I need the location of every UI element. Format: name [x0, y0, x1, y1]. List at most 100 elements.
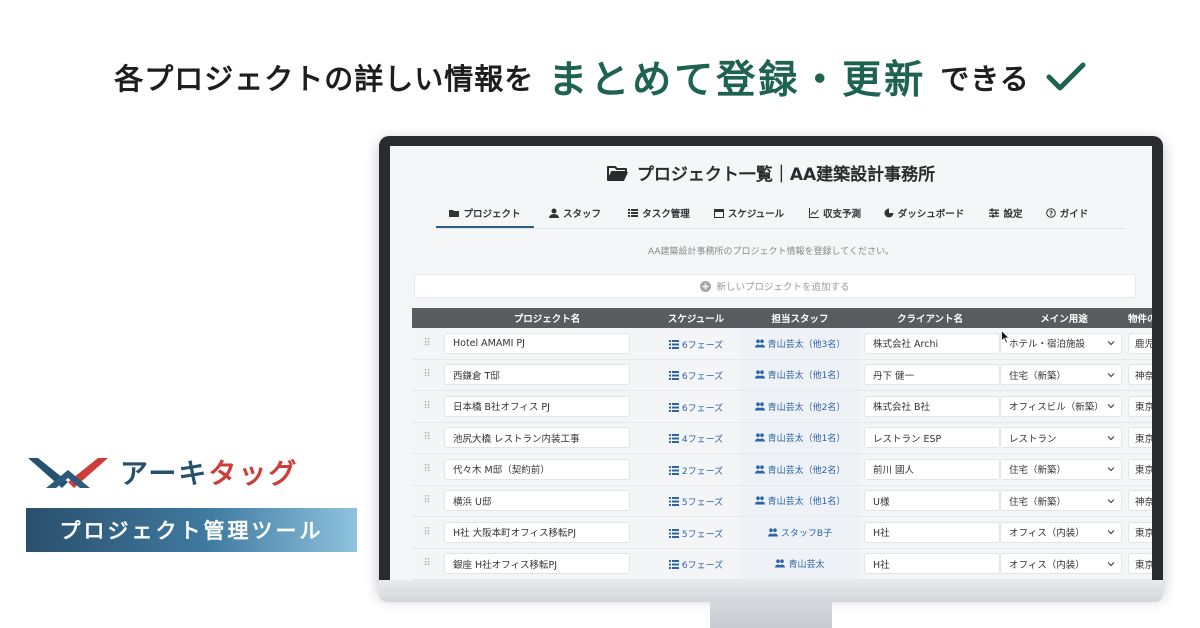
location-input[interactable]: 東京 — [1128, 553, 1152, 575]
project-name-input[interactable]: H社 大阪本町オフィス移転PJ — [444, 521, 630, 543]
main-use-select[interactable]: オフィス（内装） — [1000, 553, 1122, 575]
tab-label: ダッシュボード — [897, 209, 965, 220]
cell-location: 鹿児 — [1128, 332, 1152, 354]
cell-staff: 青山芸太（他1名） — [740, 485, 860, 516]
schedule-link[interactable]: 6フェーズ — [668, 558, 723, 571]
cell-project-name: 西鎌倉 T邸 — [442, 364, 652, 386]
table-row: ⠿ 池尻大橋 レストラン内装工事 4フェーズ 青山芸太（他1名） レストラン ESP レス… — [412, 422, 1152, 454]
schedule-link[interactable]: 5フェーズ — [668, 527, 723, 540]
tab-settings[interactable]: 設定 — [974, 204, 1038, 226]
cell-schedule: 2フェーズ — [652, 460, 740, 479]
location-input[interactable]: 鹿児 — [1128, 332, 1152, 354]
client-name-input[interactable]: U様 — [864, 490, 1000, 512]
cell-project-name: 銀座 H社オフィス移転PJ — [442, 553, 652, 575]
main-use-select[interactable]: ホテル・宿泊施設 — [1000, 332, 1122, 354]
users-icon — [754, 339, 765, 348]
brand-badge: プロジェクト管理ツール — [26, 508, 357, 552]
staff-text: スタッフB子 — [780, 528, 833, 539]
tab-staff[interactable]: スタッフ — [534, 204, 616, 226]
chevron-down-icon — [1107, 404, 1115, 409]
client-name-input[interactable]: H社 — [864, 553, 1000, 575]
schedule-link[interactable]: 6フェーズ — [668, 369, 723, 382]
cell-schedule: 4フェーズ — [652, 428, 740, 447]
cell-project-name: H社 大阪本町オフィス移転PJ — [442, 521, 652, 543]
client-name-input[interactable]: 前川 國人 — [864, 458, 1000, 480]
staff-link[interactable]: 青山芸太（他1名） — [754, 494, 845, 507]
main-use-select[interactable]: オフィスビル（新築） — [1000, 395, 1122, 417]
schedule-link[interactable]: 6フェーズ — [668, 338, 723, 351]
drag-handle-icon[interactable]: ⠿ — [412, 338, 442, 349]
list-icon — [668, 560, 679, 570]
staff-link[interactable]: 青山芸太 — [775, 557, 825, 570]
main-use-select[interactable]: 住宅（新築） — [1000, 490, 1122, 512]
schedule-link[interactable]: 6フェーズ — [668, 401, 723, 414]
users-icon — [754, 370, 765, 379]
tab-project[interactable]: プロジェクト — [436, 204, 534, 228]
client-name-input[interactable]: H社 — [864, 521, 1000, 543]
staff-link[interactable]: スタッフB子 — [767, 526, 833, 539]
chevron-down-icon — [1107, 498, 1115, 504]
drag-handle-icon[interactable]: ⠿ — [412, 432, 442, 443]
calendar-icon — [713, 209, 724, 218]
main-use-select[interactable]: 住宅（新築） — [1000, 458, 1122, 480]
client-name-input[interactable]: 株式会社 B社 — [864, 395, 1000, 417]
project-name-input[interactable]: 池尻大橋 レストラン内装工事 — [444, 427, 630, 449]
main-use-value: オフィス（内装） — [1009, 528, 1085, 540]
client-name-input[interactable]: レストラン ESP — [864, 427, 1000, 449]
cell-staff: 青山芸太（他2名） — [740, 391, 860, 422]
client-name-input[interactable]: 丹下 健一 — [864, 364, 1000, 386]
mouse-cursor-icon — [1001, 330, 1010, 344]
project-name-input[interactable]: 西鎌倉 T邸 — [444, 364, 630, 386]
staff-link[interactable]: 青山芸太（他2名） — [754, 400, 845, 413]
tab-forecast[interactable]: 収支予測 — [796, 204, 874, 226]
project-name-input[interactable]: 横浜 U邸 — [444, 490, 630, 512]
headline-part1: 各プロジェクトの詳しい情報を — [114, 62, 535, 96]
client-name-input[interactable]: 株式会社 Archi — [864, 332, 1000, 354]
project-name-input[interactable]: Hotel AMAMI PJ — [444, 332, 630, 354]
schedule-link[interactable]: 4フェーズ — [668, 432, 723, 445]
staff-link[interactable]: 青山芸太（他1名） — [754, 368, 845, 381]
main-use-select[interactable]: オフィス（内装） — [1000, 521, 1122, 543]
location-input[interactable]: 東京 — [1128, 521, 1152, 543]
cell-main-use: オフィスビル（新築） — [1000, 395, 1128, 417]
list-icon — [668, 339, 679, 349]
cell-client: H社 — [860, 521, 1000, 543]
tab-label: タスク管理 — [642, 209, 690, 220]
drag-handle-icon[interactable]: ⠿ — [412, 558, 442, 569]
staff-link[interactable]: 青山芸太（他2名） — [754, 463, 845, 476]
tab-guide[interactable]: ? ガイド — [1038, 204, 1096, 226]
cell-project-name: 日本橋 B社オフィス PJ — [442, 395, 652, 417]
drag-handle-icon[interactable]: ⠿ — [412, 464, 442, 475]
location-input[interactable]: 神奈 — [1128, 490, 1152, 512]
drag-handle-icon[interactable]: ⠿ — [412, 401, 442, 412]
check-icon — [1046, 62, 1086, 91]
chevron-down-icon — [1107, 530, 1115, 535]
location-input[interactable]: 東京 — [1128, 458, 1152, 480]
staff-link[interactable]: 青山芸太（他3名） — [754, 337, 845, 350]
tab-dashboard[interactable]: ダッシュボード — [874, 204, 974, 226]
location-input[interactable]: 東京 — [1128, 395, 1152, 417]
main-use-select[interactable]: 住宅（新築） — [1000, 364, 1122, 386]
drag-handle-icon[interactable]: ⠿ — [412, 527, 442, 538]
tab-schedule[interactable]: スケジュール — [702, 204, 796, 226]
location-input[interactable]: 東京 — [1128, 427, 1152, 449]
project-name-input[interactable]: 日本橋 B社オフィス PJ — [444, 395, 630, 417]
staff-link[interactable]: 青山芸太（他1名） — [754, 431, 845, 444]
cell-client: H社 — [860, 553, 1000, 575]
cell-staff: 青山芸太（他3名） — [740, 328, 860, 359]
brand-name-part2: タッグ — [208, 457, 299, 490]
add-project-button[interactable]: 新しいプロジェクトを追加する — [414, 274, 1136, 298]
tab-task[interactable]: タスク管理 — [616, 204, 702, 226]
schedule-link[interactable]: 5フェーズ — [668, 495, 723, 508]
location-input[interactable]: 神奈 — [1128, 364, 1152, 386]
main-use-select[interactable]: レストラン — [1000, 427, 1122, 449]
headline-part2: できる — [940, 62, 1030, 96]
instruction-text: AA建築設計事務所のプロジェクト情報を登録してください。 — [647, 247, 895, 257]
drag-handle-icon[interactable]: ⠿ — [412, 495, 442, 506]
project-name-input[interactable]: 銀座 H社オフィス移転PJ — [444, 553, 630, 575]
tab-label: スタッフ — [562, 209, 601, 220]
project-name-input[interactable]: 代々木 M邸（契約前） — [444, 458, 630, 480]
schedule-link[interactable]: 2フェーズ — [668, 464, 723, 477]
cell-main-use: ホテル・宿泊施設 — [1000, 332, 1128, 354]
drag-handle-icon[interactable]: ⠿ — [412, 369, 442, 380]
